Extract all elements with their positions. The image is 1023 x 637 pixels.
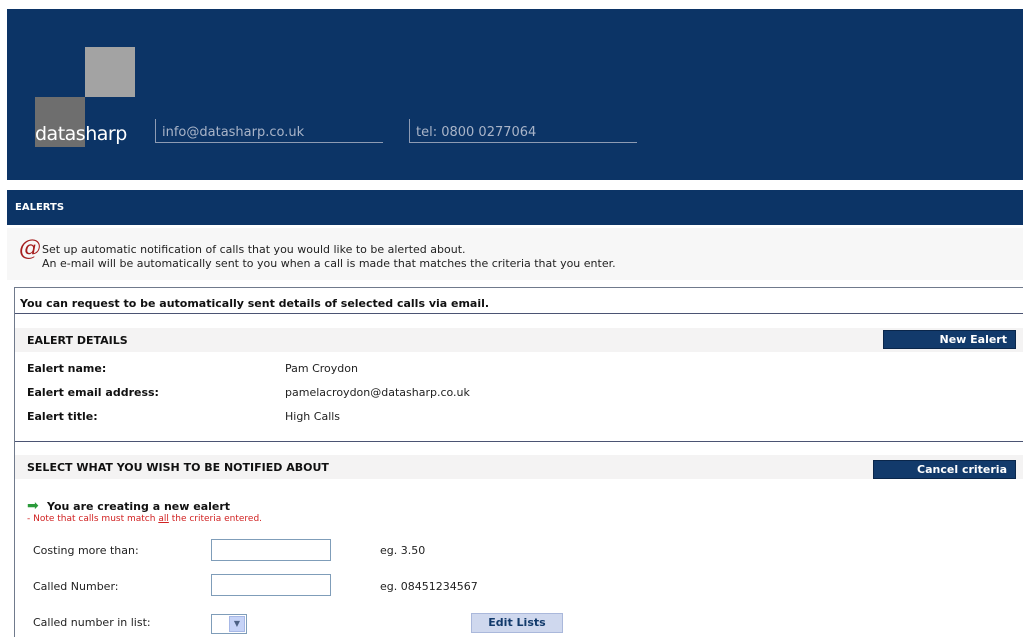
- ealert-details-bar: EALERT DETAILS: [15, 328, 1023, 352]
- called-number-example: eg. 08451234567: [380, 580, 478, 593]
- costing-example: eg. 3.50: [380, 544, 426, 557]
- intro-line-1: Set up automatic notification of calls t…: [42, 243, 466, 256]
- chevron-down-icon[interactable]: ▼: [229, 616, 245, 632]
- criteria-title: SELECT WHAT YOU WISH TO BE NOTIFIED ABOU…: [27, 461, 329, 474]
- note-emphasis: all: [158, 514, 169, 524]
- contact-email[interactable]: info@datasharp.co.uk: [155, 119, 383, 143]
- site-header: datasharp info@datasharp.co.uk tel: 0800…: [7, 9, 1023, 180]
- ealert-email-label: Ealert email address:: [27, 386, 159, 399]
- new-ealert-button[interactable]: New Ealert: [883, 330, 1016, 349]
- cancel-criteria-button[interactable]: Cancel criteria: [873, 460, 1016, 479]
- called-number-input[interactable]: [211, 574, 331, 596]
- arrow-right-icon: ➡: [27, 498, 39, 514]
- ealert-title-label: Ealert title:: [27, 410, 98, 423]
- note-suffix: the criteria entered.: [168, 514, 263, 524]
- ealert-email-value: pamelacroydon@datasharp.co.uk: [285, 386, 470, 399]
- at-icon: @: [19, 236, 41, 261]
- costing-more-than-label: Costing more than:: [33, 544, 139, 557]
- panel-title: You can request to be automatically sent…: [20, 297, 490, 310]
- notice-heading: You are creating a new ealert: [47, 500, 231, 513]
- section-header-bar: EALERTS: [7, 190, 1023, 225]
- ealert-name-label: Ealert name:: [27, 362, 107, 375]
- contact-phone: tel: 0800 0277064: [409, 119, 637, 143]
- logo-wordmark: datasharp: [35, 123, 127, 145]
- criteria-note: - Note that calls must match all the cri…: [27, 514, 262, 524]
- ealert-title-value: High Calls: [285, 410, 341, 423]
- edit-lists-button[interactable]: Edit Lists: [471, 613, 563, 633]
- intro-line-2: An e-mail will be automatically sent to …: [42, 257, 616, 270]
- logo-square-top-left: [35, 47, 85, 97]
- ealert-panel: You can request to be automatically sent…: [14, 287, 1023, 637]
- called-number-label: Called Number:: [33, 580, 119, 593]
- criteria-bar: SELECT WHAT YOU WISH TO BE NOTIFIED ABOU…: [15, 455, 1023, 479]
- logo-text-data: data: [35, 123, 76, 145]
- divider: [15, 441, 1023, 442]
- divider: [15, 313, 1023, 314]
- logo-square-top-right: [85, 47, 135, 97]
- called-number-list-select[interactable]: ▼: [211, 614, 247, 634]
- page-title: EALERTS: [15, 202, 65, 213]
- called-number-in-list-label: Called number in list:: [33, 616, 151, 629]
- ealert-name-value: Pam Croydon: [285, 362, 358, 375]
- note-prefix: - Note that calls must match: [27, 514, 159, 524]
- costing-more-than-input[interactable]: [211, 539, 331, 561]
- intro-box: @ Set up automatic notification of calls…: [7, 228, 1023, 280]
- ealert-details-title: EALERT DETAILS: [27, 334, 128, 347]
- logo-text-sharp: sharp: [75, 123, 127, 145]
